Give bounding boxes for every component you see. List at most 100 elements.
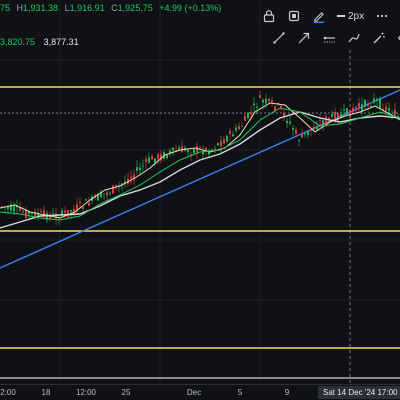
candle-body bbox=[370, 105, 372, 107]
candle-body bbox=[280, 105, 282, 108]
candle-body bbox=[229, 130, 231, 134]
price-chart[interactable] bbox=[0, 0, 400, 384]
candle-body bbox=[85, 199, 87, 201]
candle-body bbox=[247, 112, 249, 118]
candle-body bbox=[319, 120, 321, 121]
candle-body bbox=[274, 106, 276, 111]
candle-body bbox=[157, 154, 159, 159]
time-axis-tick: 2:00 bbox=[0, 388, 16, 397]
candle-body bbox=[136, 167, 138, 171]
candle-body bbox=[130, 176, 132, 179]
candle-body bbox=[304, 133, 306, 135]
candle-body bbox=[112, 185, 114, 194]
stroke-width-label: 2px bbox=[348, 10, 365, 22]
candle-body bbox=[154, 158, 156, 163]
low-label: L bbox=[64, 3, 70, 13]
candle-body bbox=[313, 126, 315, 130]
horizontal-ray-icon[interactable] bbox=[318, 28, 340, 48]
candle-body bbox=[106, 192, 108, 196]
candle-body bbox=[349, 109, 351, 117]
candle-body bbox=[172, 147, 174, 151]
eye-icon[interactable] bbox=[393, 28, 400, 48]
stroke-width-icon bbox=[337, 15, 345, 17]
time-axis-tick: 5 bbox=[237, 388, 243, 397]
candle-body bbox=[82, 206, 84, 209]
candle-body bbox=[352, 107, 354, 112]
candle-body bbox=[67, 209, 69, 217]
candle-body bbox=[397, 115, 399, 117]
candle-body bbox=[289, 121, 291, 124]
candle-body bbox=[268, 98, 270, 102]
brush-icon[interactable] bbox=[343, 28, 365, 48]
candle-body bbox=[151, 156, 153, 160]
arrow-icon[interactable] bbox=[293, 28, 315, 48]
candle-body bbox=[43, 210, 45, 215]
candle-body bbox=[286, 120, 288, 124]
candle-body bbox=[373, 98, 375, 103]
drawing-toolbar-bottom bbox=[268, 27, 400, 49]
drawing-toolbar-top: 2px bbox=[258, 5, 400, 27]
time-axis-tick: 12:00 bbox=[75, 388, 97, 397]
change-value: +4.99 (+0.13%) bbox=[159, 3, 222, 13]
time-axis-tick: 18 bbox=[41, 388, 51, 397]
candle-body bbox=[22, 211, 24, 213]
candle-body bbox=[298, 140, 300, 142]
candle-body bbox=[148, 157, 150, 163]
indicator-value-1: 3,820.75 bbox=[0, 37, 36, 47]
candle-body bbox=[385, 106, 387, 110]
indicator-value-2: 3,877.31 bbox=[43, 37, 79, 47]
candle-body bbox=[40, 211, 42, 212]
candle-body bbox=[235, 127, 237, 131]
candle-body bbox=[292, 128, 294, 130]
candle-body bbox=[301, 134, 303, 138]
candle-body bbox=[271, 100, 273, 103]
trend-line-icon[interactable] bbox=[268, 28, 290, 48]
candle-body bbox=[199, 147, 201, 149]
indicator-values: 3,820.75 3,877.31 bbox=[0, 37, 79, 47]
time-axis[interactable]: 2:00 18 12:00 25 Dec 5 9 Sat 14 Dec '24 … bbox=[0, 384, 400, 400]
candle-body bbox=[379, 98, 381, 109]
crosshair-time-label: Sat 14 Dec '24 17:00 bbox=[318, 386, 400, 399]
candle-body bbox=[346, 108, 348, 115]
candle-body bbox=[265, 98, 267, 104]
settings-gear-icon[interactable] bbox=[396, 6, 400, 26]
candle-body bbox=[193, 149, 195, 154]
ohlc-legend: 75 H1,931.38 L1,916.91 C1,925.75 +4.99 (… bbox=[0, 3, 225, 13]
candle-body bbox=[52, 212, 54, 214]
candle-body bbox=[109, 192, 111, 194]
candle-body bbox=[256, 106, 258, 108]
candle-body bbox=[238, 126, 240, 129]
candle-body bbox=[139, 167, 141, 171]
time-axis-tick: 9 bbox=[284, 388, 290, 397]
time-axis-tick: 25 bbox=[121, 388, 131, 397]
candle-body bbox=[211, 149, 213, 150]
candle-body bbox=[250, 111, 252, 115]
candle-body bbox=[166, 155, 168, 159]
time-axis-tick: Dec bbox=[186, 388, 202, 397]
candle-body bbox=[232, 134, 234, 137]
candle-body bbox=[145, 158, 147, 163]
magic-wand-icon[interactable] bbox=[368, 28, 390, 48]
candle-body bbox=[310, 129, 312, 131]
color-swatch-icon[interactable] bbox=[283, 6, 305, 26]
candle-body bbox=[223, 139, 225, 144]
candle-body bbox=[361, 104, 363, 111]
candle-body bbox=[226, 135, 228, 142]
lock-icon[interactable] bbox=[258, 6, 280, 26]
candlesticks bbox=[1, 90, 399, 226]
candle-body bbox=[259, 95, 261, 99]
stroke-width-button[interactable]: 2px bbox=[333, 6, 368, 26]
candle-body bbox=[295, 129, 297, 134]
grid bbox=[0, 0, 400, 384]
trading-chart-window: 75 H1,931.38 L1,916.91 C1,925.75 +4.99 (… bbox=[0, 0, 400, 400]
candle-body bbox=[103, 193, 105, 195]
high-value: 1,931.38 bbox=[23, 3, 59, 13]
ellipsis-icon[interactable] bbox=[371, 6, 393, 26]
candle-body bbox=[13, 206, 15, 212]
candle-body bbox=[355, 106, 357, 109]
candle-body bbox=[79, 201, 81, 204]
candle-body bbox=[367, 103, 369, 106]
pencil-icon[interactable] bbox=[308, 6, 330, 26]
candle-body bbox=[178, 147, 180, 150]
candle-body bbox=[142, 165, 144, 167]
